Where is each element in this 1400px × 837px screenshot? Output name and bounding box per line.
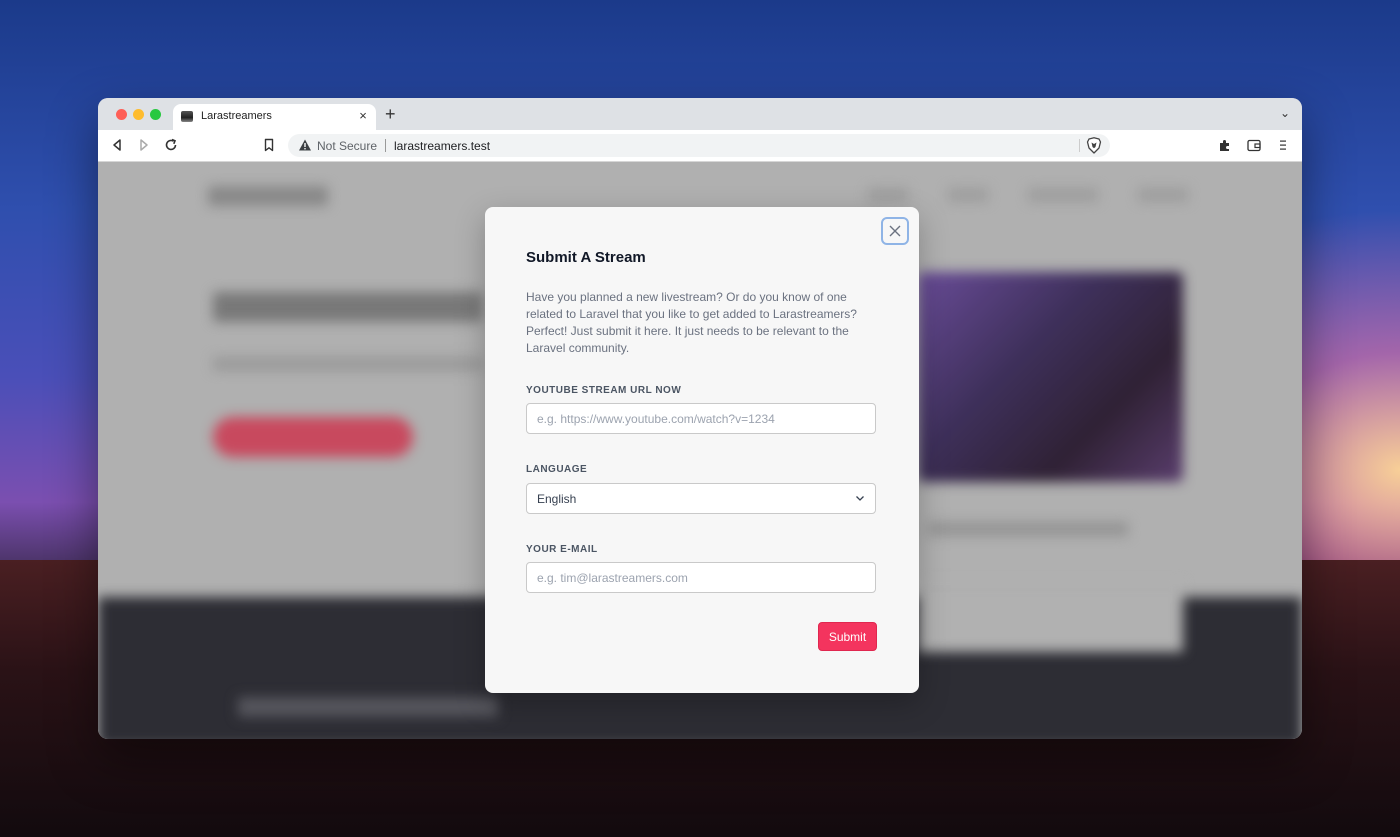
- language-selected-value: English: [537, 492, 577, 506]
- address-bar[interactable]: Not Secure larastreamers.test: [288, 134, 1110, 157]
- reload-icon[interactable]: [163, 137, 179, 153]
- modal-description: Have you planned a new livestream? Or do…: [526, 290, 857, 355]
- wallet-icon[interactable]: [1246, 137, 1262, 153]
- email-input[interactable]: [526, 562, 876, 593]
- menu-icon[interactable]: [1275, 137, 1291, 153]
- favicon-icon: [181, 111, 193, 122]
- close-window-button[interactable]: [116, 109, 127, 120]
- url-text[interactable]: larastreamers.test: [394, 139, 490, 153]
- modal-close-button[interactable]: [881, 217, 909, 245]
- browser-window: Larastreamers × + ⌄ Not Secure larastrea…: [98, 98, 1302, 739]
- omnibox-divider: [1079, 139, 1080, 152]
- tab-strip: Larastreamers × + ⌄: [98, 98, 1302, 130]
- modal-title: Submit A Stream: [526, 249, 646, 266]
- new-tab-button[interactable]: +: [385, 104, 396, 124]
- warning-icon[interactable]: [298, 138, 312, 152]
- zoom-window-button[interactable]: [150, 109, 161, 120]
- close-icon: [889, 225, 901, 237]
- forward-icon[interactable]: [136, 137, 152, 153]
- bookmark-icon[interactable]: [261, 137, 277, 153]
- language-label: LANGUAGE: [526, 464, 588, 475]
- tab-search-chevron-icon[interactable]: ⌄: [1280, 106, 1290, 120]
- youtube-url-input[interactable]: [526, 403, 876, 434]
- tab-close-icon[interactable]: ×: [356, 108, 370, 124]
- tab-title: Larastreamers: [201, 110, 272, 122]
- language-select[interactable]: English: [526, 483, 876, 514]
- brave-shield-icon[interactable]: [1086, 137, 1102, 154]
- minimize-window-button[interactable]: [133, 109, 144, 120]
- youtube-url-label: YOUTUBE STREAM URL NOW: [526, 385, 682, 396]
- tab-larastreamers[interactable]: Larastreamers ×: [173, 104, 376, 130]
- browser-toolbar: Not Secure larastreamers.test: [98, 130, 1302, 162]
- chevron-down-icon: [856, 496, 864, 501]
- email-label: YOUR E-MAIL: [526, 544, 598, 555]
- submit-stream-modal: Submit A Stream Have you planned a new l…: [485, 207, 919, 693]
- omnibox-divider: [385, 139, 386, 152]
- extensions-icon[interactable]: [1217, 137, 1233, 153]
- submit-button[interactable]: Submit: [818, 622, 877, 651]
- security-status[interactable]: Not Secure: [317, 139, 377, 153]
- back-icon[interactable]: [109, 137, 125, 153]
